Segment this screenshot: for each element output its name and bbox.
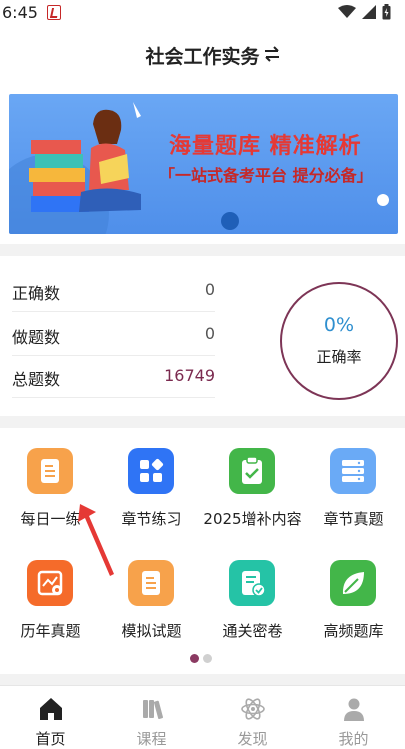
bottom-tab-bar: 首页 课程 发现 我的: [0, 685, 405, 749]
user-icon: [344, 698, 364, 721]
stat-row-correct: 正确数 0: [12, 270, 215, 312]
page-title[interactable]: 社会工作实务: [0, 42, 405, 69]
grid-item-high-frequency[interactable]: 高频题库: [303, 540, 404, 640]
grid-item-chapter-real-exams[interactable]: 章节真题: [303, 428, 404, 528]
page-dot-active[interactable]: [190, 654, 199, 663]
grid-item-pass-papers[interactable]: 通关密卷: [202, 540, 303, 640]
leaf-icon: [330, 560, 376, 606]
grid-item-label: 章节真题: [323, 510, 384, 528]
stat-row-total: 总题数 16749: [12, 356, 215, 398]
app-header: 社会工作实务: [0, 26, 405, 84]
reader-illustration: [29, 102, 141, 212]
accuracy-ring: 0% 正确率: [280, 282, 398, 400]
notification-app-icon: [47, 5, 61, 20]
grid-item-label: 2025增补内容: [203, 510, 302, 528]
exam-paper-icon: [229, 560, 275, 606]
grid-item-label: 模拟试题: [121, 622, 182, 640]
stat-value: 0: [204, 324, 215, 343]
banner-headline: 海量题库 精准解析: [169, 134, 362, 159]
apps-icon: [128, 448, 174, 494]
stat-label: 正确数: [12, 284, 61, 303]
annotation-arrow-icon: [78, 504, 114, 576]
accuracy-percent: 0%: [323, 314, 355, 336]
tab-home[interactable]: 首页: [0, 686, 101, 749]
document-icon: [27, 448, 73, 494]
page-dot[interactable]: [203, 654, 212, 663]
grid-item-label: 通关密卷: [222, 622, 283, 640]
stats-panel: 正确数 0 做题数 0 总题数 16749 0% 正确率: [0, 256, 405, 416]
stat-label: 总题数: [12, 370, 61, 389]
accuracy-label: 正确率: [316, 348, 362, 366]
tab-discover[interactable]: 发现: [202, 686, 303, 749]
signal-icon: [362, 5, 376, 19]
battery-icon: [382, 4, 391, 20]
tab-courses[interactable]: 课程: [101, 686, 202, 749]
feature-grid: 每日一练 章节练习 2025增补内容 章节真题 历年真题 模拟试题 通关密卷 高…: [0, 428, 405, 674]
tab-label: 发现: [237, 730, 268, 748]
home-icon: [40, 698, 62, 720]
status-time: 6:45: [2, 3, 38, 22]
banner-decoration: [377, 194, 389, 206]
status-bar: 6:45: [0, 0, 405, 26]
banner-decoration: [221, 212, 239, 230]
books-icon: [143, 700, 164, 719]
switch-subject-icon[interactable]: [262, 44, 282, 64]
stat-value: 16749: [164, 366, 215, 385]
banner-section: 海量题库 精准解析 「一站式备考平台 提分必备」: [0, 84, 405, 244]
atom-icon: [241, 698, 265, 720]
system-icons: [338, 4, 391, 20]
tab-label: 课程: [136, 730, 167, 748]
banner-subline: 「一站式备考平台 提分必备」: [159, 166, 373, 185]
promo-banner[interactable]: 海量题库 精准解析 「一站式备考平台 提分必备」: [9, 94, 398, 234]
stat-label: 做题数: [12, 328, 61, 347]
tab-label: 首页: [35, 730, 66, 748]
server-icon: [330, 448, 376, 494]
chart-image-icon: [27, 560, 73, 606]
wifi-icon: [338, 5, 356, 18]
document-icon: [128, 560, 174, 606]
grid-item-label: 高频题库: [323, 622, 384, 640]
grid-item-2025-supplement[interactable]: 2025增补内容: [202, 428, 303, 528]
grid-item-label: 历年真题: [20, 622, 81, 640]
stat-value: 0: [204, 280, 215, 299]
page-indicator: [190, 654, 212, 663]
stat-row-done: 做题数 0: [12, 314, 215, 356]
clipboard-check-icon: [229, 448, 275, 494]
tab-label: 我的: [338, 730, 369, 748]
tab-profile[interactable]: 我的: [303, 686, 404, 749]
